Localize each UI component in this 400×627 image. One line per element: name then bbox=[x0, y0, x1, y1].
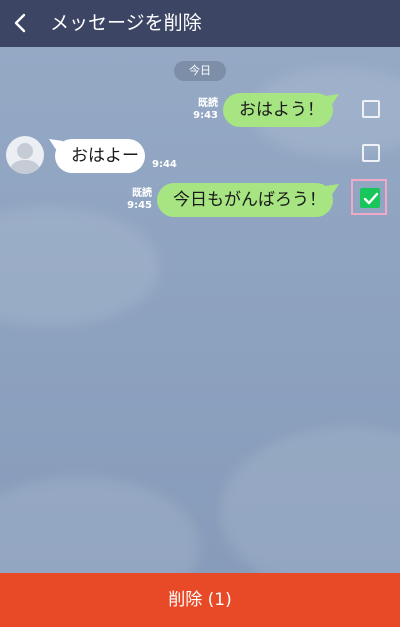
background-cloud bbox=[0, 207, 160, 327]
date-separator: 今日 bbox=[174, 61, 226, 81]
read-receipt: 既読 bbox=[132, 188, 152, 199]
page-title: メッセージを削除 bbox=[50, 12, 202, 34]
message-time: 9:43 bbox=[193, 110, 218, 121]
bubble-tail bbox=[325, 184, 339, 196]
background-cloud bbox=[0, 477, 200, 573]
delete-button[interactable]: 削除 (1) bbox=[0, 573, 400, 627]
background-cloud bbox=[220, 427, 400, 573]
message-text: おはよう！ bbox=[239, 100, 324, 120]
read-receipt: 既読 bbox=[198, 98, 218, 109]
default-avatar-icon bbox=[9, 143, 41, 174]
chat-area: 今日 既読 9:43 おはよう！ おはよー 9:44 既読 9:45 今日もがん… bbox=[0, 47, 400, 573]
message-meta: 既読 9:45 bbox=[120, 188, 152, 212]
message-meta: 9:44 bbox=[152, 159, 184, 171]
message-text: おはよー bbox=[71, 146, 139, 166]
message-checkbox-checked[interactable] bbox=[360, 188, 380, 208]
avatar[interactable] bbox=[6, 136, 44, 174]
checkmark-icon bbox=[363, 192, 379, 205]
bubble-tail bbox=[325, 94, 339, 106]
chevron-left-icon bbox=[14, 13, 26, 33]
message-bubble-sent[interactable]: おはよう！ bbox=[223, 93, 333, 127]
message-bubble-sent[interactable]: 今日もがんばろう！ bbox=[157, 183, 333, 217]
message-meta: 既読 9:43 bbox=[186, 98, 218, 122]
message-checkbox[interactable] bbox=[362, 100, 380, 118]
message-checkbox[interactable] bbox=[362, 144, 380, 162]
header-bar: メッセージを削除 bbox=[0, 0, 400, 47]
message-bubble-received[interactable]: おはよー bbox=[55, 139, 145, 173]
back-button[interactable] bbox=[6, 6, 40, 40]
message-time: 9:45 bbox=[127, 200, 152, 211]
message-text: 今日もがんばろう！ bbox=[173, 190, 326, 210]
message-time: 9:44 bbox=[152, 159, 177, 170]
